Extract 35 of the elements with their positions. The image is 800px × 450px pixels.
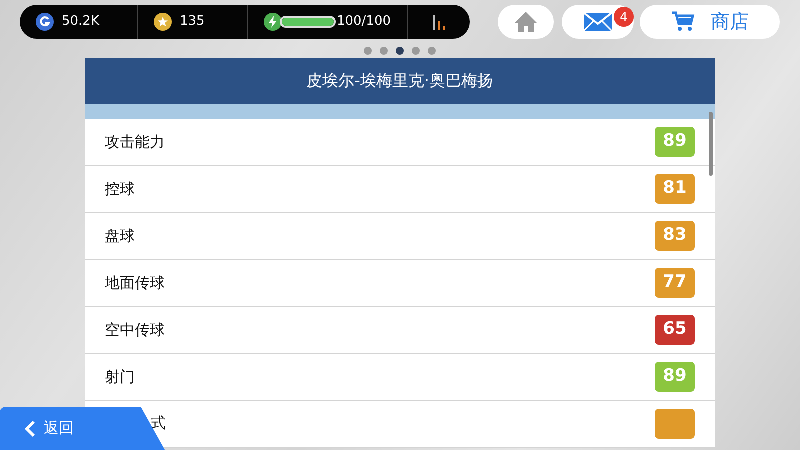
attribute-name: 射门 bbox=[105, 366, 135, 388]
scrollbar[interactable] bbox=[709, 112, 713, 176]
rating-badge: 89 bbox=[655, 362, 695, 392]
rating-badge: 81 bbox=[655, 174, 695, 204]
notification-badge: 4 bbox=[614, 7, 634, 27]
rating-badge: 83 bbox=[655, 221, 695, 251]
rating-badge: 89 bbox=[655, 127, 695, 157]
rating-badge: 77 bbox=[655, 268, 695, 298]
currency-amount: 50.2K bbox=[62, 13, 100, 32]
shop-button[interactable]: 商店 bbox=[640, 5, 780, 39]
energy-icon bbox=[264, 13, 282, 31]
cart-icon bbox=[671, 11, 695, 33]
home-icon bbox=[514, 11, 538, 33]
currency-icon bbox=[36, 13, 54, 31]
attribute-name: 地面传球 bbox=[105, 272, 165, 294]
attribute-name: 式 bbox=[151, 412, 166, 434]
attribute-name: 盘球 bbox=[105, 226, 135, 247]
page-dot[interactable] bbox=[396, 47, 404, 55]
star-count: 135 bbox=[180, 13, 205, 32]
mail-icon bbox=[584, 13, 612, 31]
mail-button[interactable]: 4 bbox=[562, 5, 634, 39]
attribute-name: 攻击能力 bbox=[105, 132, 165, 153]
page-dot[interactable] bbox=[364, 47, 372, 55]
page-dot[interactable] bbox=[428, 47, 436, 55]
star-coin-icon bbox=[154, 13, 172, 31]
rating-badge: 65 bbox=[655, 315, 695, 345]
page-dot[interactable] bbox=[412, 47, 420, 55]
chevron-left-icon bbox=[24, 420, 36, 438]
home-button[interactable] bbox=[498, 5, 554, 39]
attribute-name: 控球 bbox=[105, 178, 135, 200]
attribute-name: 空中传球 bbox=[105, 320, 165, 341]
bar-chart-icon[interactable] bbox=[432, 14, 446, 30]
energy-reading: 100/100 bbox=[336, 13, 391, 32]
page-dot[interactable] bbox=[380, 47, 388, 55]
player-name: 皮埃尔-埃梅里克·奥巴梅扬 bbox=[85, 58, 715, 104]
